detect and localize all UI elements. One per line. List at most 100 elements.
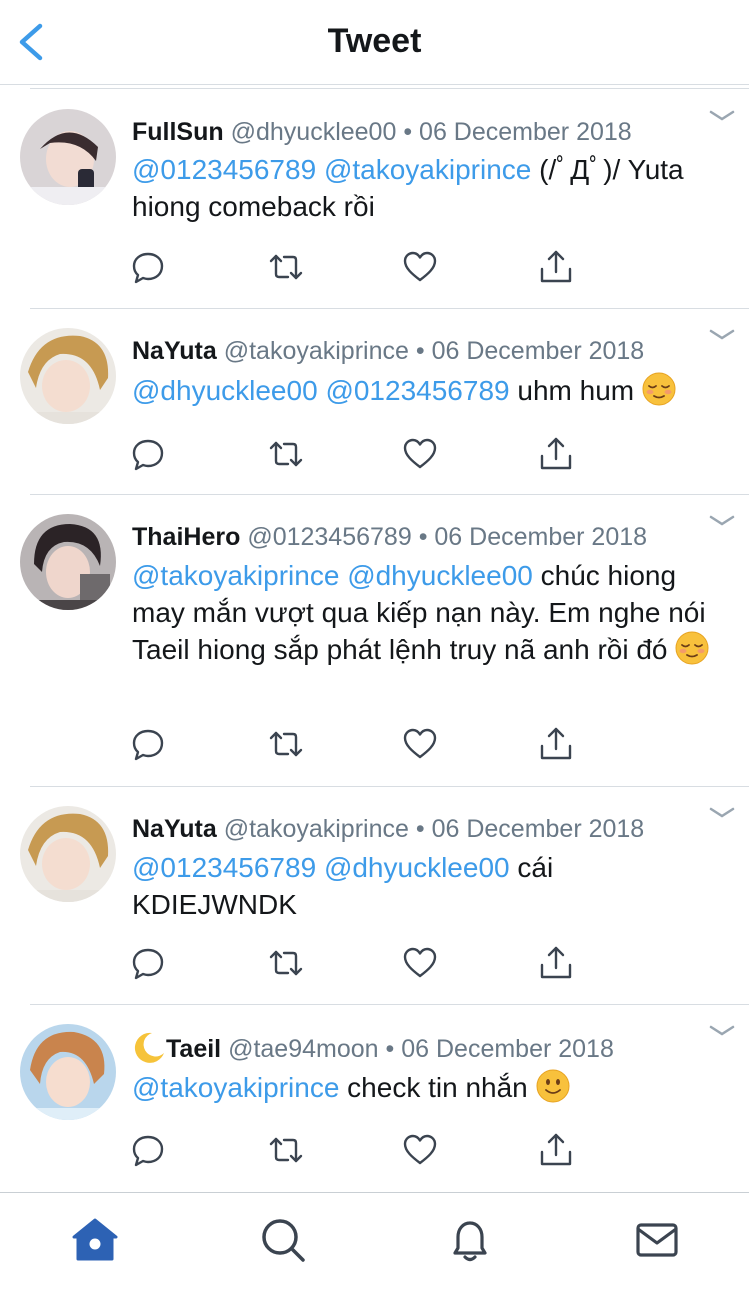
relieved-face-emoji: [642, 372, 676, 406]
tweet-menu-button[interactable]: [708, 513, 736, 529]
tweet-actions: [130, 726, 580, 762]
share-icon: [540, 946, 572, 979]
tab-messages[interactable]: [632, 1215, 682, 1265]
mention-link[interactable]: @takoyakiprince: [132, 560, 339, 591]
avatar[interactable]: [20, 109, 116, 205]
chevron-down-icon: [709, 1025, 735, 1036]
heart-icon: [403, 728, 437, 759]
tweet-meta: Taeil @tae94moon • 06 December 2018: [132, 1031, 614, 1065]
heart-icon: [403, 947, 437, 978]
retweet-button[interactable]: [268, 1132, 304, 1168]
tweet-item[interactable]: NaYuta @takoyakiprince • 06 December 201…: [0, 308, 749, 496]
like-button[interactable]: [402, 1132, 438, 1168]
avatar[interactable]: [20, 806, 116, 902]
chevron-down-icon: [709, 110, 735, 121]
tweet-menu-button[interactable]: [708, 327, 736, 343]
share-button[interactable]: [538, 1132, 574, 1168]
tweet-date: 06 December 2018: [434, 523, 648, 551]
tweet-meta: NaYuta @takoyakiprince • 06 December 201…: [132, 813, 644, 845]
mention-link[interactable]: @0123456789: [132, 852, 316, 883]
tweet-item[interactable]: ThaiHero @0123456789 • 06 December 2018 …: [0, 494, 749, 786]
text-segment: [316, 852, 324, 883]
reply-button[interactable]: [130, 726, 166, 762]
divider: [30, 494, 749, 495]
page-title: Tweet: [327, 22, 422, 60]
tweet-date: 06 December 2018: [431, 337, 645, 365]
tweet-actions: [130, 945, 580, 981]
heart-icon: [403, 438, 437, 469]
author-name[interactable]: Taeil: [166, 1035, 221, 1063]
mention-link[interactable]: @0123456789: [132, 154, 316, 185]
retweet-button[interactable]: [268, 945, 304, 981]
divider: [30, 786, 749, 787]
retweet-icon: [269, 1137, 303, 1163]
tweet-text: @dhyucklee00 @0123456789 uhm hum: [132, 372, 732, 409]
author-handle[interactable]: @takoyakiprince: [224, 815, 409, 843]
text-segment: check tin nhắn: [339, 1072, 536, 1103]
tweet-date: 06 December 2018: [401, 1035, 614, 1063]
author-name[interactable]: FullSun: [132, 118, 224, 146]
share-icon: [540, 1133, 572, 1166]
like-button[interactable]: [402, 249, 438, 285]
home-icon: [72, 1218, 118, 1261]
avatar[interactable]: [20, 328, 116, 424]
reply-button[interactable]: [130, 945, 166, 981]
separator-dot: •: [385, 1035, 395, 1063]
tweet-menu-button[interactable]: [708, 1023, 736, 1039]
author-name[interactable]: NaYuta: [132, 337, 217, 365]
author-name[interactable]: NaYuta: [132, 815, 217, 843]
like-button[interactable]: [402, 945, 438, 981]
author-handle[interactable]: @takoyakiprince: [224, 337, 409, 365]
share-button[interactable]: [538, 945, 574, 981]
share-icon: [540, 437, 572, 470]
tweet-menu-button[interactable]: [708, 108, 736, 124]
retweet-icon: [269, 441, 303, 467]
tab-search[interactable]: [258, 1215, 308, 1265]
tweet-item[interactable]: FullSun @dhyucklee00 • 06 December 2018 …: [0, 84, 749, 308]
tweet-meta: NaYuta @takoyakiprince • 06 December 201…: [132, 335, 644, 367]
tweet-date: 06 December 2018: [419, 118, 632, 146]
retweet-button[interactable]: [268, 249, 304, 285]
retweet-button[interactable]: [268, 436, 304, 472]
like-button[interactable]: [402, 726, 438, 762]
reply-button[interactable]: [130, 249, 166, 285]
tab-notifications[interactable]: [445, 1215, 495, 1265]
chevron-down-icon: [709, 329, 735, 340]
mention-link[interactable]: @takoyakiprince: [132, 1072, 339, 1103]
author-name[interactable]: ThaiHero: [132, 523, 240, 551]
mention-link[interactable]: @takoyakiprince: [324, 154, 531, 185]
reply-button[interactable]: [130, 1132, 166, 1168]
mention-link[interactable]: @dhyucklee00: [132, 375, 318, 406]
avatar[interactable]: [20, 1024, 116, 1120]
reply-button[interactable]: [130, 436, 166, 472]
tweet-text: @takoyakiprince check tin nhắn: [132, 1069, 732, 1106]
separator-dot: •: [403, 118, 413, 146]
share-button[interactable]: [538, 249, 574, 285]
reply-icon: [132, 252, 164, 284]
tweet-text: @0123456789 @takoyakiprince (/ﾟДﾟ)/ Yuta…: [132, 151, 732, 225]
author-handle[interactable]: @dhyucklee00: [231, 118, 397, 146]
share-button[interactable]: [538, 436, 574, 472]
tweet-meta: ThaiHero @0123456789 • 06 December 2018: [132, 521, 647, 553]
separator-dot: •: [415, 815, 425, 843]
share-icon: [540, 727, 572, 760]
reply-icon: [132, 1135, 164, 1167]
author-handle[interactable]: @tae94moon: [228, 1035, 378, 1063]
divider: [30, 308, 749, 309]
tab-home[interactable]: [70, 1215, 120, 1265]
tweet-meta: FullSun @dhyucklee00 • 06 December 2018: [132, 116, 632, 148]
bottom-tab-bar: [0, 1192, 749, 1291]
avatar[interactable]: [20, 514, 116, 610]
tweet-item[interactable]: Taeil @tae94moon • 06 December 2018 @tak…: [0, 1004, 749, 1192]
separator-dot: •: [418, 523, 428, 551]
mention-link[interactable]: @dhyucklee00: [324, 852, 510, 883]
slightly-smiling-face-emoji: [536, 1069, 570, 1103]
mention-link[interactable]: @dhyucklee00: [347, 560, 533, 591]
tweet-item[interactable]: NaYuta @takoyakiprince • 06 December 201…: [0, 786, 749, 1004]
like-button[interactable]: [402, 436, 438, 472]
share-button[interactable]: [538, 726, 574, 762]
author-handle[interactable]: @0123456789: [247, 523, 411, 551]
mention-link[interactable]: @0123456789: [325, 375, 509, 406]
retweet-button[interactable]: [268, 726, 304, 762]
tweet-menu-button[interactable]: [708, 805, 736, 821]
